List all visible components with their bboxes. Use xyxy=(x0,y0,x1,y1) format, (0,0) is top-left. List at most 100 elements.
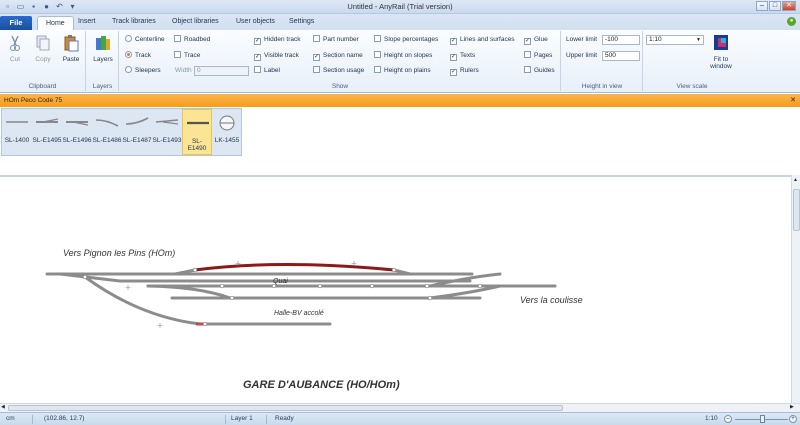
slope-percentages-checkbox[interactable]: Slope percentages xyxy=(374,35,438,45)
label-checkbox[interactable]: Label xyxy=(254,66,280,76)
curved-turnout-icon xyxy=(95,119,119,127)
layers-group: Layers Layers xyxy=(87,31,119,91)
track-plan[interactable]: Vers Pignon les Pins (HOm) Quai Vers la … xyxy=(0,177,791,405)
tab-home[interactable]: Home xyxy=(37,16,74,30)
fit-to-window-icon xyxy=(714,35,728,50)
tab-insert[interactable]: Insert xyxy=(78,18,96,25)
track-option[interactable]: Track xyxy=(125,51,151,61)
radio-selected-icon xyxy=(125,51,132,58)
status-state: Ready xyxy=(275,415,294,422)
layers-button[interactable]: Layers xyxy=(92,34,114,63)
library-item-sl-e1486[interactable]: SL-E1486 xyxy=(92,109,122,155)
tab-object-libraries[interactable]: Object libraries xyxy=(172,18,219,25)
selected-track[interactable] xyxy=(194,263,395,272)
cut-button[interactable]: Cut xyxy=(4,34,26,63)
library-item-sl-e1493[interactable]: SL-E1493 xyxy=(152,109,182,155)
close-icon[interactable]: ✕ xyxy=(790,94,796,107)
visible-track-checkbox[interactable]: ✓ Visible track xyxy=(254,51,299,61)
zoom-out-button[interactable]: – xyxy=(724,415,732,423)
library-item-sl-1400[interactable]: SL-1400 xyxy=(2,109,32,155)
horizontal-scroll-thumb[interactable] xyxy=(8,405,563,411)
close-button[interactable]: ✕ xyxy=(782,1,796,11)
sleepers-option[interactable]: Sleepers xyxy=(125,66,161,76)
checkbox-icon xyxy=(374,66,381,73)
tab-track-libraries[interactable]: Track libraries xyxy=(112,18,156,25)
view-scale-select[interactable]: 1:10 ▼ xyxy=(646,35,704,45)
ribbon: Cut Copy Paste Clipboard Layers Layers C… xyxy=(0,30,800,93)
hidden-track-checkbox[interactable]: ✓ Hidden track xyxy=(254,35,301,45)
show-group: Centerline Track Sleepers Roadbed Trace … xyxy=(120,31,561,91)
help-icon[interactable]: ● xyxy=(787,17,796,26)
centerline-option[interactable]: Centerline xyxy=(125,35,165,45)
pages-checkbox[interactable]: Pages xyxy=(524,51,552,61)
window-title: Untitled - AnyRail (Trial version) xyxy=(347,2,453,11)
zoom-in-button[interactable]: + xyxy=(789,415,797,423)
scroll-left-icon[interactable]: ◀ xyxy=(1,404,5,410)
library-item-lk-1455[interactable]: LK-1455 xyxy=(212,109,242,155)
divider xyxy=(266,415,267,424)
height-on-plains-checkbox[interactable]: Height on plains xyxy=(374,66,431,76)
upper-limit-field[interactable]: 500 xyxy=(602,51,640,61)
layers-group-label: Layers xyxy=(92,83,113,90)
label-pignon[interactable]: Vers Pignon les Pins (HOm) xyxy=(63,248,175,258)
paste-button[interactable]: Paste xyxy=(60,34,82,63)
checkbox-icon xyxy=(174,51,181,58)
scroll-up-icon[interactable]: ▲ xyxy=(793,177,798,183)
crossover-track[interactable] xyxy=(146,284,232,300)
view-scale-group-label: View scale xyxy=(676,83,708,90)
part-number-checkbox[interactable]: Part number xyxy=(313,35,359,45)
library-title: HOm Peco Code 75 xyxy=(4,97,63,104)
tab-file[interactable]: File xyxy=(0,16,32,30)
checked-icon: ✓ xyxy=(313,54,320,61)
height-on-slopes-checkbox[interactable]: Height on slopes xyxy=(374,51,432,61)
library-item-sl-e1495[interactable]: SL-E1495 xyxy=(32,109,62,155)
lower-limit-field[interactable]: -100 xyxy=(602,35,640,45)
texts-checkbox[interactable]: ✓ Texts xyxy=(450,51,475,61)
rulers-checkbox[interactable]: ✓ Rulers xyxy=(450,66,479,76)
clipboard-group: Cut Copy Paste Clipboard xyxy=(0,31,86,91)
vertical-scrollbar[interactable]: ▲ xyxy=(791,175,800,403)
layout-title[interactable]: GARE D'AUBANCE (HO/HOm) xyxy=(243,379,400,391)
zoom-slider-knob[interactable] xyxy=(760,415,765,423)
label-halle[interactable]: Halle-BV accolé xyxy=(274,310,324,317)
trace-checkbox[interactable]: Trace xyxy=(174,51,200,61)
vertical-scroll-thumb[interactable] xyxy=(793,189,800,231)
guides-checkbox[interactable]: Guides xyxy=(524,66,555,76)
chevron-down-icon: ▼ xyxy=(696,37,701,43)
checked-icon: ✓ xyxy=(524,38,531,45)
crossover-track[interactable] xyxy=(428,284,502,300)
clipboard-group-label: Clipboard xyxy=(28,83,57,90)
glue-checkbox[interactable]: ✓ Glue xyxy=(524,35,548,45)
tab-settings[interactable]: Settings xyxy=(289,18,314,25)
checkbox-icon xyxy=(374,35,381,42)
section-usage-checkbox[interactable]: Section usage xyxy=(313,66,364,76)
checkbox-icon xyxy=(374,51,381,58)
scissors-icon xyxy=(10,35,20,51)
tab-user-objects[interactable]: User objects xyxy=(236,18,275,25)
section-name-checkbox[interactable]: ✓ Section name xyxy=(313,51,363,61)
label-coulisse[interactable]: Vers la coulisse xyxy=(520,295,583,305)
checkbox-icon xyxy=(524,66,531,73)
label-quai[interactable]: Quai xyxy=(273,278,288,285)
lower-limit-label: Lower limit xyxy=(566,36,598,43)
scroll-right-icon[interactable]: ▶ xyxy=(790,404,794,410)
upper-limit-label: Upper limit xyxy=(566,52,598,59)
library-item-sl-e1496[interactable]: SL-E1496 xyxy=(62,109,92,155)
lines-and-surfaces-checkbox[interactable]: ✓ Lines and surfaces xyxy=(450,35,515,45)
width-field[interactable]: 0 xyxy=(194,66,249,76)
status-coordinates: (102.86, 12.7) xyxy=(44,415,85,422)
layers-icon xyxy=(96,36,110,50)
maximize-button[interactable]: □ xyxy=(769,1,781,11)
copy-button[interactable]: Copy xyxy=(32,34,54,63)
track-library-items: SL-1400 SL-E1495 SL-E1496 SL-E1486 SL-E1… xyxy=(1,108,242,156)
minimize-button[interactable]: – xyxy=(756,1,768,11)
fit-to-window-button[interactable]: Fit to window xyxy=(706,34,736,70)
horizontal-scrollbar[interactable]: ◀ ▶ xyxy=(0,403,800,412)
layout-canvas[interactable]: Vers Pignon les Pins (HOm) Quai Vers la … xyxy=(0,175,791,403)
status-unit: cm xyxy=(6,415,15,422)
library-item-sl-e1490[interactable]: SL-E1490 xyxy=(182,109,212,155)
library-item-sl-e1487[interactable]: SL-E1487 xyxy=(122,109,152,155)
height-group: Lower limit -100 Upper limit 500 Height … xyxy=(562,31,643,91)
roadbed-checkbox[interactable]: Roadbed xyxy=(174,35,210,45)
radio-icon xyxy=(125,35,132,42)
